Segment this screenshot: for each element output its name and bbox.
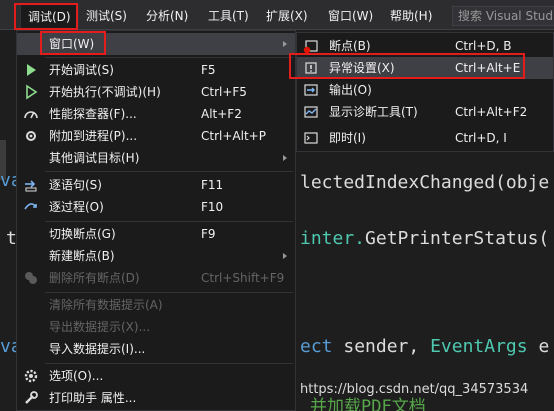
- submenu-item-immediate[interactable]: 即时(I) Ctrl+D, I: [297, 127, 553, 149]
- menu-item-label: 其他调试目标(H): [49, 151, 140, 165]
- code-line-selected-index: lectedIndexChanged(obje: [300, 172, 549, 193]
- menu-bar: 调试(D) 测试(S) 分析(N) 工具(T) 扩展(X) 窗口(W) 帮助(H…: [0, 0, 554, 30]
- menu-item-label: 切换断点(G): [49, 227, 116, 241]
- menu-tools[interactable]: 工具(T): [208, 7, 249, 25]
- play-icon: [27, 64, 36, 76]
- menu-item-label: 删除所有断点(D): [49, 271, 140, 285]
- menu-item-label: 选项(O)...: [49, 369, 104, 383]
- menu-item-options[interactable]: 选项(O)...: [17, 365, 295, 387]
- gear-icon: [26, 131, 36, 141]
- menu-test[interactable]: 测试(S): [86, 7, 127, 25]
- menu-help[interactable]: 帮助(H): [390, 7, 432, 25]
- submenu-item-label: 输出(O): [329, 83, 372, 97]
- menu-item-import-datatips[interactable]: 导入数据提示(I)...: [17, 338, 295, 360]
- menu-window[interactable]: 窗口(W): [328, 7, 373, 25]
- menu-item-window[interactable]: 窗口(W): [17, 33, 295, 55]
- menu-item-label: 附加到进程(P)...: [49, 129, 138, 143]
- menu-item-shortcut: F11: [201, 178, 224, 192]
- menu-item-shortcut: F10: [201, 200, 224, 214]
- menu-item-shortcut: F9: [201, 227, 216, 241]
- menu-item-shortcut: Ctrl+F5: [201, 85, 247, 99]
- divider: [45, 363, 293, 364]
- submenu-item-label: 异常设置(X): [329, 61, 395, 75]
- divider: [45, 57, 293, 58]
- menu-item-label: 开始执行(不调试)(H): [49, 85, 161, 99]
- search-input[interactable]: 搜索 Visual Studio: [452, 6, 554, 26]
- menu-item-label: 导入数据提示(I)...: [49, 342, 146, 356]
- code-line-event-args: ect sender, EventArgs e: [300, 336, 549, 357]
- menu-item-other-debug-targets[interactable]: 其他调试目标(H): [17, 147, 295, 169]
- submenu-item-breakpoints[interactable]: 断点(B) Ctrl+D, B: [297, 35, 553, 57]
- menu-item-shortcut: Ctrl+Shift+F9: [201, 271, 285, 285]
- submenu-item-shortcut: Ctrl+Alt+E: [455, 61, 521, 75]
- code-token: lectedIndexChanged(obje: [300, 172, 550, 193]
- watermark-text: https://blog.csdn.net/qq_34573534: [300, 382, 529, 397]
- output-icon: [304, 84, 318, 96]
- chevron-right-icon: [283, 41, 287, 47]
- divider: [45, 221, 293, 222]
- immediate-window-icon: [304, 132, 318, 144]
- submenu-item-shortcut: Ctrl+D, B: [455, 39, 512, 53]
- menu-item-step-into[interactable]: 逐语句(S) F11: [17, 174, 295, 196]
- menu-item-export-datatips: 导出数据提示(X)...: [17, 316, 295, 338]
- menu-item-clear-datatips: 清除所有数据提示(A): [17, 294, 295, 316]
- menu-item-new-breakpoint[interactable]: 新建断点(B): [17, 245, 295, 267]
- submenu-item-diagnostic-tools[interactable]: 显示诊断工具(T) Ctrl+Alt+F2: [297, 101, 553, 123]
- menu-item-label: 窗口(W): [49, 37, 95, 51]
- menu-item-label: 性能探查器(F)...: [49, 107, 137, 121]
- menu-analyze[interactable]: 分析(N): [146, 7, 188, 25]
- code-token: inter.: [300, 228, 366, 249]
- menu-debug[interactable]: 调试(D): [20, 4, 79, 28]
- code-token: e: [538, 336, 550, 357]
- exception-settings-icon: [305, 62, 317, 74]
- menu-item-shortcut: F5: [201, 63, 216, 77]
- chevron-right-icon: [283, 253, 287, 259]
- code-token: sender,: [343, 336, 420, 357]
- menu-item-label: 清除所有数据提示(A): [49, 298, 163, 312]
- submenu-item-shortcut: Ctrl+Alt+F2: [455, 105, 528, 119]
- submenu-item-label: 即时(I): [329, 131, 366, 145]
- play-outline-icon: [26, 84, 38, 100]
- divider: [45, 171, 293, 172]
- code-token: GetPrinterStatus(: [365, 228, 550, 249]
- submenu-item-shortcut: Ctrl+D, I: [455, 131, 507, 145]
- gauge-icon: [24, 111, 38, 119]
- menu-item-attach-to-process[interactable]: 附加到进程(P)... Ctrl+Alt+P: [17, 125, 295, 147]
- menu-item-delete-all-breakpoints: 删除所有断点(D) Ctrl+Shift+F9: [17, 267, 295, 289]
- step-over-icon: [24, 203, 37, 210]
- delete-breakpoints-icon: [25, 272, 37, 284]
- menu-item-label: 导出数据提示(X)...: [49, 320, 151, 334]
- menu-item-label: 新建断点(B): [49, 249, 115, 263]
- settings-gear-icon: [24, 369, 38, 383]
- menu-item-label: 打印助手 属性...: [49, 391, 137, 405]
- menu-item-start-debugging[interactable]: 开始调试(S) F5: [17, 59, 295, 81]
- submenu-item-exception-settings[interactable]: 异常设置(X) Ctrl+Alt+E: [297, 57, 553, 79]
- menu-item-shortcut: Alt+F2: [201, 107, 242, 121]
- menu-item-project-properties[interactable]: 打印助手 属性...: [17, 387, 295, 409]
- code-token: ect: [300, 336, 333, 357]
- breakpoints-window-icon: [303, 40, 318, 54]
- menu-item-start-without-debugging[interactable]: 开始执行(不调试)(H) Ctrl+F5: [17, 81, 295, 103]
- window-submenu: 断点(B) Ctrl+D, B 异常设置(X) Ctrl+Alt+E 输出(O)…: [296, 32, 554, 152]
- submenu-item-output[interactable]: 输出(O): [297, 79, 553, 101]
- diagnostic-tools-icon: [304, 106, 318, 118]
- wrench-icon: [25, 391, 38, 404]
- menu-item-shortcut: Ctrl+Alt+P: [201, 129, 266, 143]
- menu-extensions[interactable]: 扩展(X): [266, 7, 308, 25]
- debug-dropdown: 窗口(W) 开始调试(S) F5 开始执行(不调试)(H) Ctrl+F5 性能…: [16, 30, 296, 411]
- menu-item-toggle-breakpoint[interactable]: 切换断点(G) F9: [17, 223, 295, 245]
- divider: [45, 292, 293, 293]
- menu-item-performance-profiler[interactable]: 性能探查器(F)... Alt+F2: [17, 103, 295, 125]
- menu-item-label: 开始调试(S): [49, 63, 114, 77]
- menu-item-label: 逐语句(S): [49, 178, 102, 192]
- code-token: EventArgs: [430, 336, 528, 357]
- submenu-item-label: 断点(B): [329, 39, 371, 53]
- submenu-item-label: 显示诊断工具(T): [329, 105, 418, 119]
- menu-item-label: 逐过程(O): [49, 200, 104, 214]
- chevron-right-icon: [283, 155, 287, 161]
- step-into-icon: [25, 180, 37, 192]
- code-line-printer-status: inter.GetPrinterStatus(: [300, 228, 549, 249]
- menu-item-step-over[interactable]: 逐过程(O) F10: [17, 196, 295, 218]
